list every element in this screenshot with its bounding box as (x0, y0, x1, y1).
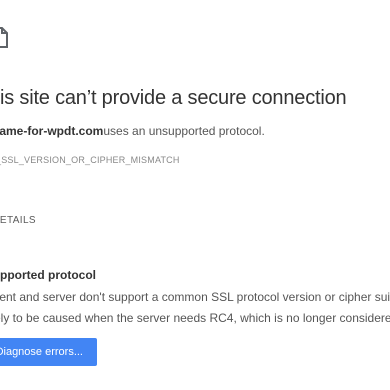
details-subheading: supported protocol (0, 268, 96, 282)
error-code: _SSL_VERSION_OR_CIPHER_MISMATCH (0, 155, 180, 165)
error-message: name-for-wpdt.comuses an unsupported pro… (0, 124, 265, 138)
error-message-suffix: uses an unsupported protocol. (103, 124, 265, 138)
error-headline: is site can’t provide a secure connectio… (0, 87, 347, 109)
error-hostname: name-for-wpdt.com (0, 124, 104, 138)
error-page: is site can’t provide a secure connectio… (0, 0, 390, 390)
diagnose-errors-button[interactable]: Diagnose errors... (0, 338, 97, 366)
details-toggle-button[interactable]: E DETAILS (0, 215, 36, 226)
details-line-1: client and server don't support a common… (0, 290, 390, 304)
broken-document-icon (0, 24, 8, 48)
details-line-2: kely to be caused when the server needs … (0, 311, 390, 325)
